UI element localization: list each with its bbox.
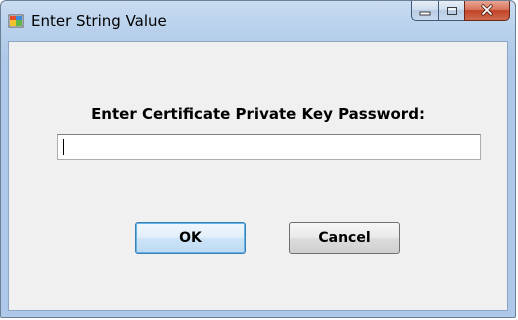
dialog-body: Enter Certificate Private Key Password: … [8, 41, 508, 311]
password-prompt-label: Enter Certificate Private Key Password: [91, 105, 425, 123]
window-title: Enter String Value [31, 12, 167, 30]
title-bar[interactable]: Enter String Value [1, 1, 515, 41]
cancel-button[interactable]: Cancel [289, 222, 400, 254]
dialog-window: Enter String Value Enter Certificate Pri… [0, 0, 516, 318]
caption-buttons [411, 1, 510, 22]
close-button[interactable] [464, 1, 510, 21]
window-app-icon[interactable] [8, 13, 24, 29]
password-input[interactable] [57, 134, 481, 160]
ok-button[interactable]: OK [135, 222, 246, 254]
maximize-icon [446, 1, 458, 20]
close-icon [480, 1, 494, 20]
minimize-icon [419, 1, 431, 20]
maximize-button[interactable] [438, 1, 464, 21]
minimize-button[interactable] [411, 1, 438, 21]
text-caret [63, 139, 64, 155]
